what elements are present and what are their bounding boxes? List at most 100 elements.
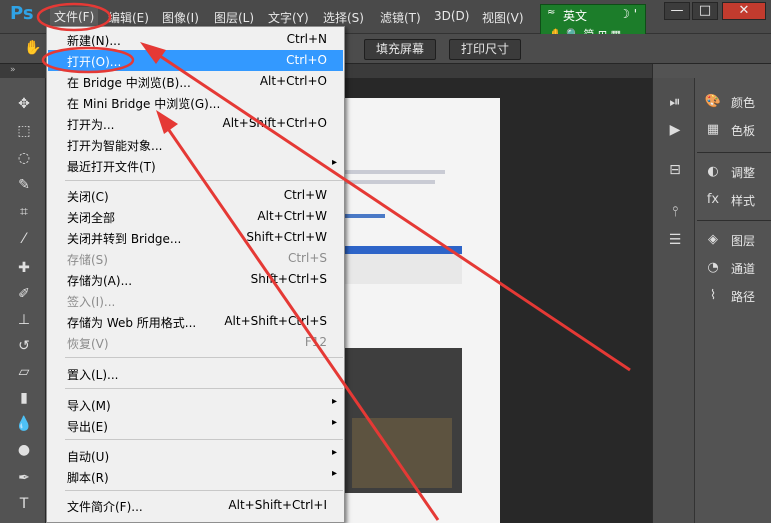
menu-file[interactable]: 文件(F) xyxy=(50,7,99,26)
marquee-tool-icon[interactable]: ⬚ xyxy=(14,121,34,141)
lasso-tool-icon[interactable]: ◌ xyxy=(14,148,34,168)
fill-screen-button[interactable]: 填充屏幕 xyxy=(364,39,436,60)
type-tool-icon[interactable]: T xyxy=(14,494,34,514)
menu-new[interactable]: 新建(N)... Ctrl+N xyxy=(48,29,343,50)
history-brush-tool-icon[interactable]: ↺ xyxy=(14,336,34,356)
menu-close[interactable]: 关闭(C) Ctrl+W xyxy=(48,185,343,206)
move-tool-icon[interactable]: ✥ xyxy=(14,94,34,114)
quick-select-tool-icon[interactable]: ✎ xyxy=(14,175,34,195)
adjustments-panel-button[interactable]: ◐ 调整 xyxy=(701,160,771,184)
menu-label: 最近打开文件(T) xyxy=(67,160,156,174)
blurred-link xyxy=(345,214,385,218)
menu-browse-bridge[interactable]: 在 Bridge 中浏览(B)... Alt+Ctrl+O xyxy=(48,71,343,92)
blurred-text xyxy=(345,170,445,174)
channels-icon: ◔ xyxy=(707,260,719,275)
channels-panel-button[interactable]: ◔ 通道 xyxy=(701,256,771,280)
dodge-tool-icon[interactable]: ● xyxy=(14,440,34,460)
menu-shortcut: Shift+Ctrl+W xyxy=(246,230,327,244)
menu-shortcut: Alt+Shift+Ctrl+O xyxy=(222,116,327,130)
brush-tool-icon[interactable]: ✐ xyxy=(14,284,34,304)
menu-check-in[interactable]: 签入(I)... xyxy=(48,290,343,311)
menu-type[interactable]: 文字(Y) xyxy=(268,9,309,26)
menu-close-all[interactable]: 关闭全部 Alt+Ctrl+W xyxy=(48,206,343,227)
menu-save-as[interactable]: 存储为(A)... Shift+Ctrl+S xyxy=(48,269,343,290)
menu-save-for-web[interactable]: 存储为 Web 所用格式... Alt+Shift+Ctrl+S xyxy=(48,311,343,332)
clone-stamp-tool-icon[interactable]: ⊥ xyxy=(14,310,34,330)
blurred-text xyxy=(345,180,435,184)
menu-browse-mini-bridge[interactable]: 在 Mini Bridge 中浏览(G)... xyxy=(48,92,343,113)
swatches-panel-button[interactable]: ▦ 色板 xyxy=(701,118,771,142)
ime-language-toggle[interactable]: 英文 xyxy=(563,7,587,24)
menu-separator xyxy=(65,357,343,358)
eyedropper-tool-icon[interactable]: ⁄ xyxy=(14,229,34,249)
gradient-tool-icon[interactable]: ▮ xyxy=(14,388,34,408)
collapse-toolbar-icon[interactable]: » xyxy=(10,65,16,75)
menu-export[interactable]: 导出(E) ▸ xyxy=(48,415,343,436)
menu-revert[interactable]: 恢复(V) F12 xyxy=(48,332,343,353)
styles-panel-button[interactable]: fx 样式 xyxy=(701,188,771,212)
menu-scripts[interactable]: 脚本(R) ▸ xyxy=(48,466,343,487)
adjust-sliders-icon[interactable]: ☰ xyxy=(665,232,685,252)
menu-open-as[interactable]: 打开为... Alt+Shift+Ctrl+O xyxy=(48,113,343,134)
tools-panel: ✥ ⬚ ◌ ✎ ⌗ ⁄ ✚ ✐ ⊥ ↺ ▱ ▮ 💧 ● ✒ T xyxy=(0,78,46,523)
paths-panel-button[interactable]: ⌇ 路径 xyxy=(701,284,771,308)
minimize-button[interactable]: — xyxy=(664,2,690,20)
moon-icon[interactable]: ☽ ' xyxy=(619,7,637,21)
menu-label: 文件简介(F)... xyxy=(67,500,143,514)
crop-tool-icon[interactable]: ⌗ xyxy=(14,202,34,222)
menu-label: 关闭并转到 Bridge... xyxy=(67,232,182,246)
menu-file-info[interactable]: 文件简介(F)... Alt+Shift+Ctrl+I xyxy=(48,495,343,516)
menu-label: 关闭全部 xyxy=(67,211,116,225)
menu-save[interactable]: 存储(S) Ctrl+S xyxy=(48,248,343,269)
panel-label: 路径 xyxy=(731,290,756,304)
play-icon[interactable]: ▶ xyxy=(665,122,685,142)
layers-panel-button[interactable]: ◈ 图层 xyxy=(701,228,771,252)
menu-edit[interactable]: 编辑(E) xyxy=(108,9,149,26)
print-size-button[interactable]: 打印尺寸 xyxy=(449,39,521,60)
menu-label: 关闭(C) xyxy=(67,190,109,204)
menu-automate[interactable]: 自动(U) ▸ xyxy=(48,445,343,466)
brush-presets-icon[interactable]: ⫯ xyxy=(665,204,685,224)
menu-image[interactable]: 图像(I) xyxy=(162,9,199,26)
menu-separator xyxy=(65,388,343,389)
menu-shortcut: Alt+Shift+Ctrl+I xyxy=(228,498,327,512)
menu-recent-files[interactable]: 最近打开文件(T) ▸ xyxy=(48,155,343,176)
ime-grip-icon: ≈ xyxy=(547,7,556,18)
menu-filter[interactable]: 滤镜(T) xyxy=(380,9,421,26)
menu-close-go-bridge[interactable]: 关闭并转到 Bridge... Shift+Ctrl+W xyxy=(48,227,343,248)
menu-label: 打开(O)... xyxy=(67,55,122,69)
menu-separator xyxy=(65,490,343,491)
menu-3d[interactable]: 3D(D) xyxy=(434,9,469,23)
panel-label: 颜色 xyxy=(731,96,756,110)
menu-label: 脚本(R) xyxy=(67,471,109,485)
palette-icon: 🎨 xyxy=(704,94,722,109)
history-icon[interactable]: ⏯ xyxy=(665,94,685,114)
close-button[interactable]: ✕ xyxy=(722,2,766,20)
blur-tool-icon[interactable]: 💧 xyxy=(14,414,34,434)
properties-icon[interactable]: ⊟ xyxy=(665,162,685,182)
menu-open-smart-object[interactable]: 打开为智能对象... xyxy=(48,134,343,155)
paths-icon: ⌇ xyxy=(709,288,717,303)
healing-brush-tool-icon[interactable]: ✚ xyxy=(14,258,34,278)
panel-label: 通道 xyxy=(731,262,756,276)
menu-view[interactable]: 视图(V) xyxy=(482,9,524,26)
menu-label: 存储为 Web 所用格式... xyxy=(67,316,197,330)
divider xyxy=(697,220,771,221)
layers-icon: ◈ xyxy=(708,232,718,247)
menu-import[interactable]: 导入(M) ▸ xyxy=(48,394,343,415)
menu-label: 打开为智能对象... xyxy=(67,139,163,153)
eraser-tool-icon[interactable]: ▱ xyxy=(14,362,34,382)
menu-layer[interactable]: 图层(L) xyxy=(214,9,254,26)
menu-open[interactable]: 打开(O)... Ctrl+O xyxy=(48,50,343,71)
menu-place[interactable]: 置入(L)... xyxy=(48,363,343,384)
submenu-arrow-icon: ▸ xyxy=(331,157,337,168)
maximize-button[interactable]: □ xyxy=(692,2,718,20)
swatches-icon: ▦ xyxy=(706,122,720,137)
menu-label: 自动(U) xyxy=(67,450,110,464)
menu-separator xyxy=(65,180,343,181)
pen-tool-icon[interactable]: ✒ xyxy=(14,468,34,488)
menu-label: 打开为... xyxy=(67,118,115,132)
menu-shortcut: Alt+Shift+Ctrl+S xyxy=(224,314,327,328)
menu-select[interactable]: 选择(S) xyxy=(323,9,364,26)
color-panel-button[interactable]: 🎨 颜色 xyxy=(701,90,771,114)
